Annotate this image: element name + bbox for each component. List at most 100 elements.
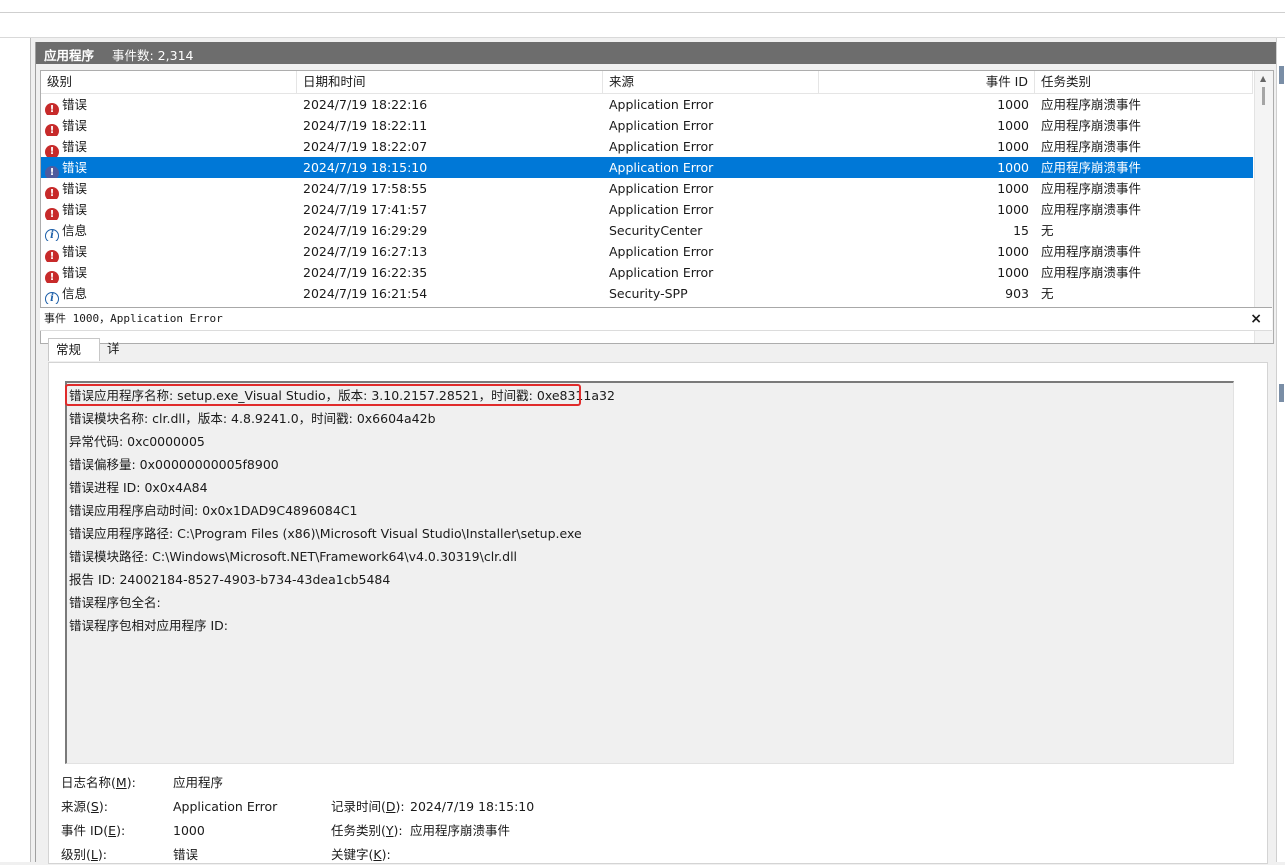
actions-scroll-marker	[1279, 66, 1284, 84]
console-tree-pane[interactable]	[0, 38, 31, 862]
error-icon: !	[45, 103, 59, 115]
event-level-text: 错误	[62, 202, 88, 217]
event-id: 1000	[997, 118, 1029, 133]
source-value: Application Error	[173, 799, 278, 814]
event-source: Application Error	[609, 139, 714, 154]
events-grid[interactable]: 级别 日期和时间 来源 事件 ID 任务类别 ! 错误 2024/7/19 18:2…	[40, 70, 1274, 344]
event-task-category: 应用程序崩溃事件	[1041, 265, 1142, 280]
event-row[interactable]: i 信息 2024/7/19 16:29:29 SecurityCenter 15 无	[41, 220, 1253, 241]
tab-general[interactable]: 常规	[48, 338, 100, 361]
event-source: Application Error	[609, 160, 714, 175]
event-description-box[interactable]: 错误应用程序名称: setup.exe_Visual Studio，版本: 3.…	[65, 381, 1234, 764]
event-row[interactable]: ! 错误 2024/7/19 17:41:57 Application Error 10…	[41, 199, 1253, 220]
description-line: 错误进程 ID: 0x0x4A84	[69, 480, 208, 495]
event-source: Application Error	[609, 97, 714, 112]
event-level-text: 错误	[62, 265, 88, 280]
event-datetime: 2024/7/19 16:29:29	[303, 223, 428, 238]
description-line: 错误程序包相对应用程序 ID:	[69, 618, 228, 633]
event-level: ! 错误	[45, 94, 295, 115]
event-level: i 信息	[45, 220, 295, 241]
event-task-category: 无	[1041, 286, 1054, 301]
error-icon: !	[45, 208, 59, 220]
event-task-category: 应用程序崩溃事件	[1041, 139, 1142, 154]
event-level-text: 错误	[62, 139, 88, 154]
events-list: ! 错误 2024/7/19 18:22:16 Application Error 10…	[41, 94, 1253, 304]
column-header-level[interactable]: 级别	[41, 71, 297, 93]
log-title: 应用程序	[44, 48, 95, 63]
event-task-category: 应用程序崩溃事件	[1041, 118, 1142, 133]
event-level-text: 错误	[62, 160, 88, 175]
event-level-text: 错误	[62, 181, 88, 196]
event-row[interactable]: ! 错误 2024/7/19 16:27:13 Application Error 10…	[41, 241, 1253, 262]
actions-pane-edge[interactable]	[1276, 38, 1285, 862]
event-id: 1000	[997, 97, 1029, 112]
scrollbar-thumb[interactable]	[1262, 87, 1265, 105]
event-datetime: 2024/7/19 16:27:13	[303, 244, 428, 259]
event-level-text: 信息	[62, 286, 88, 301]
detail-title: 事件 1000，Application Error	[44, 312, 223, 325]
event-source: Application Error	[609, 181, 714, 196]
event-id-label: 事件 ID(E):	[61, 823, 126, 838]
event-id: 15	[1013, 223, 1029, 238]
level-label: 级别(L):	[61, 847, 107, 862]
grid-header: 级别 日期和时间 来源 事件 ID 任务类别	[41, 71, 1253, 94]
description-line: 错误应用程序路径: C:\Program Files (x86)\Microso…	[69, 526, 582, 541]
event-level: ! 错误	[45, 157, 295, 178]
event-id: 903	[1005, 286, 1029, 301]
event-level: ! 错误	[45, 178, 295, 199]
column-header-event-id[interactable]: 事件 ID	[819, 71, 1035, 93]
tab-details[interactable]: 详细信息	[100, 338, 127, 422]
event-task-category: 应用程序崩溃事件	[1041, 202, 1142, 217]
event-datetime: 2024/7/19 18:22:07	[303, 139, 428, 154]
error-icon: !	[45, 250, 59, 262]
event-source: Application Error	[609, 202, 714, 217]
event-level: ! 错误	[45, 115, 295, 136]
scroll-up-arrow-icon[interactable]: ▲	[1260, 74, 1266, 83]
source-label: 来源(S):	[61, 799, 108, 814]
general-tab-body: 错误应用程序名称: setup.exe_Visual Studio，版本: 3.…	[48, 362, 1268, 864]
event-id-value: 1000	[173, 823, 205, 838]
window-top-edge	[0, 0, 1285, 13]
highlight-annotation	[65, 384, 581, 406]
log-header-bar: 应用程序 事件数: 2,314	[36, 42, 1276, 64]
logged-value: 2024/7/19 18:15:10	[410, 799, 535, 814]
toolbar	[0, 13, 1285, 38]
event-datetime: 2024/7/19 18:22:16	[303, 97, 428, 112]
description-line: 异常代码: 0xc0000005	[69, 434, 205, 449]
column-header-task-category[interactable]: 任务类别	[1035, 71, 1253, 93]
error-icon: !	[45, 187, 59, 199]
description-line: 错误应用程序启动时间: 0x0x1DAD9C4896084C1	[69, 503, 358, 518]
event-datetime: 2024/7/19 17:58:55	[303, 181, 428, 196]
description-line: 错误程序包全名:	[69, 595, 161, 610]
event-task-category: 应用程序崩溃事件	[1041, 244, 1142, 259]
event-id: 1000	[997, 160, 1029, 175]
detail-title-bar: 事件 1000，Application Error ×	[40, 307, 1272, 331]
close-icon[interactable]: ×	[1250, 308, 1262, 330]
event-row[interactable]: ! 错误 2024/7/19 17:58:55 Application Error 10…	[41, 178, 1253, 199]
events-scrollbar[interactable]: ▲	[1254, 71, 1273, 343]
event-level-text: 错误	[62, 118, 88, 133]
event-viewer-main-pane: 应用程序 事件数: 2,314 级别 日期和时间 来源 事件 ID 任务类别 !…	[35, 42, 1276, 864]
event-datetime: 2024/7/19 16:21:54	[303, 286, 428, 301]
event-row[interactable]: ! 错误 2024/7/19 18:22:16 Application Error 10…	[41, 94, 1253, 115]
error-icon: !	[45, 166, 59, 178]
keywords-label: 关键字(K):	[331, 847, 391, 862]
info-icon: i	[45, 292, 59, 304]
error-icon: !	[45, 271, 59, 283]
event-datetime: 2024/7/19 16:22:35	[303, 265, 428, 280]
column-header-source[interactable]: 来源	[603, 71, 819, 93]
info-icon: i	[45, 229, 59, 241]
event-row[interactable]: ! 错误 2024/7/19 18:22:11 Application Error 10…	[41, 115, 1253, 136]
column-header-datetime[interactable]: 日期和时间	[297, 71, 603, 93]
event-id: 1000	[997, 181, 1029, 196]
event-row[interactable]: ! 错误 2024/7/19 18:22:07 Application Error 10…	[41, 136, 1253, 157]
event-row[interactable]: ! 错误 2024/7/19 16:22:35 Application Error 10…	[41, 262, 1253, 283]
description-line: 错误模块路径: C:\Windows\Microsoft.NET\Framewo…	[69, 549, 518, 564]
event-row[interactable]: i 信息 2024/7/19 16:21:54 Security-SPP 903 无	[41, 283, 1253, 304]
event-source: Security-SPP	[609, 286, 688, 301]
event-level-text: 错误	[62, 244, 88, 259]
task-category-value: 应用程序崩溃事件	[410, 823, 511, 838]
event-row[interactable]: ! 错误 2024/7/19 18:15:10 Application Error 10…	[41, 157, 1253, 178]
logged-label: 记录时间(D):	[331, 799, 405, 814]
description-line: 错误应用程序名称: setup.exe_Visual Studio，版本: 3.…	[65, 384, 615, 406]
